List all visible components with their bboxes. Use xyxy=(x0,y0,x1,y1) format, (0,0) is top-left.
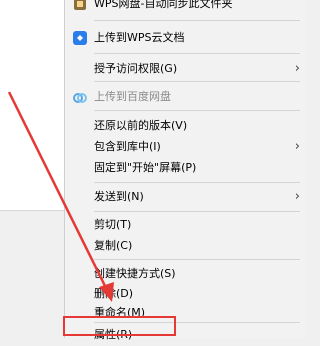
menu-item-label: 删除(D) xyxy=(94,287,134,300)
wps-cloud-icon xyxy=(72,30,88,46)
chevron-right-icon: › xyxy=(294,61,300,76)
menu-item-grant-access[interactable]: 授予访问权限(G) › xyxy=(65,58,306,80)
menu-item-wps-sync[interactable]: WPS网盘-自动同步此文件夹 xyxy=(65,0,306,15)
menu-item-label: 上传到WPS云文档 xyxy=(94,31,185,44)
menu-item-label: 还原以前的版本(V) xyxy=(94,119,188,132)
wps-sync-icon xyxy=(72,0,88,12)
desktop-background xyxy=(0,0,64,336)
baidu-netdisk-icon xyxy=(72,89,88,105)
menu-item-restore-versions[interactable]: 还原以前的版本(V) xyxy=(65,115,306,137)
menu-item-label: 授予访问权限(G) xyxy=(94,62,178,75)
menu-separator xyxy=(94,81,300,82)
menu-item-upload-baidu[interactable]: 上传到百度网盘 xyxy=(65,86,306,108)
menu-separator xyxy=(94,20,300,21)
menu-item-label: WPS网盘-自动同步此文件夹 xyxy=(94,0,233,10)
menu-item-label: 创建快捷方式(S) xyxy=(94,267,176,280)
menu-item-label: 包含到库中(I) xyxy=(94,140,161,153)
background-window xyxy=(0,0,64,211)
chevron-right-icon: › xyxy=(294,139,300,154)
chevron-right-icon: › xyxy=(294,189,300,204)
menu-separator xyxy=(94,110,300,111)
menu-item-label: 发送到(N) xyxy=(94,190,144,203)
menu-item-create-shortcut[interactable]: 创建快捷方式(S) xyxy=(65,263,306,285)
menu-separator xyxy=(94,182,300,183)
menu-item-upload-wps[interactable]: 上传到WPS云文档 xyxy=(65,27,306,49)
menu-item-copy[interactable]: 复制(C) xyxy=(65,235,306,257)
menu-item-cut[interactable]: 剪切(T) xyxy=(65,214,306,236)
menu-item-pin-start[interactable]: 固定到"开始"屏幕(P) xyxy=(65,157,306,179)
context-menu: WPS网盘-自动同步此文件夹 上传到WPS云文档 授予访问权限(G) › 上传到… xyxy=(64,0,306,341)
menu-separator xyxy=(94,211,300,212)
menu-item-label: 上传到百度网盘 xyxy=(94,90,171,103)
menu-separator xyxy=(94,259,300,260)
menu-separator xyxy=(94,53,300,54)
menu-item-include-library[interactable]: 包含到库中(I) › xyxy=(65,136,306,158)
menu-item-label: 剪切(T) xyxy=(94,218,132,231)
menu-item-label: 复制(C) xyxy=(94,239,133,252)
menu-item-label: 固定到"开始"屏幕(P) xyxy=(94,161,197,174)
menu-item-send-to[interactable]: 发送到(N) › xyxy=(65,186,306,208)
properties-highlight-box xyxy=(63,316,176,336)
